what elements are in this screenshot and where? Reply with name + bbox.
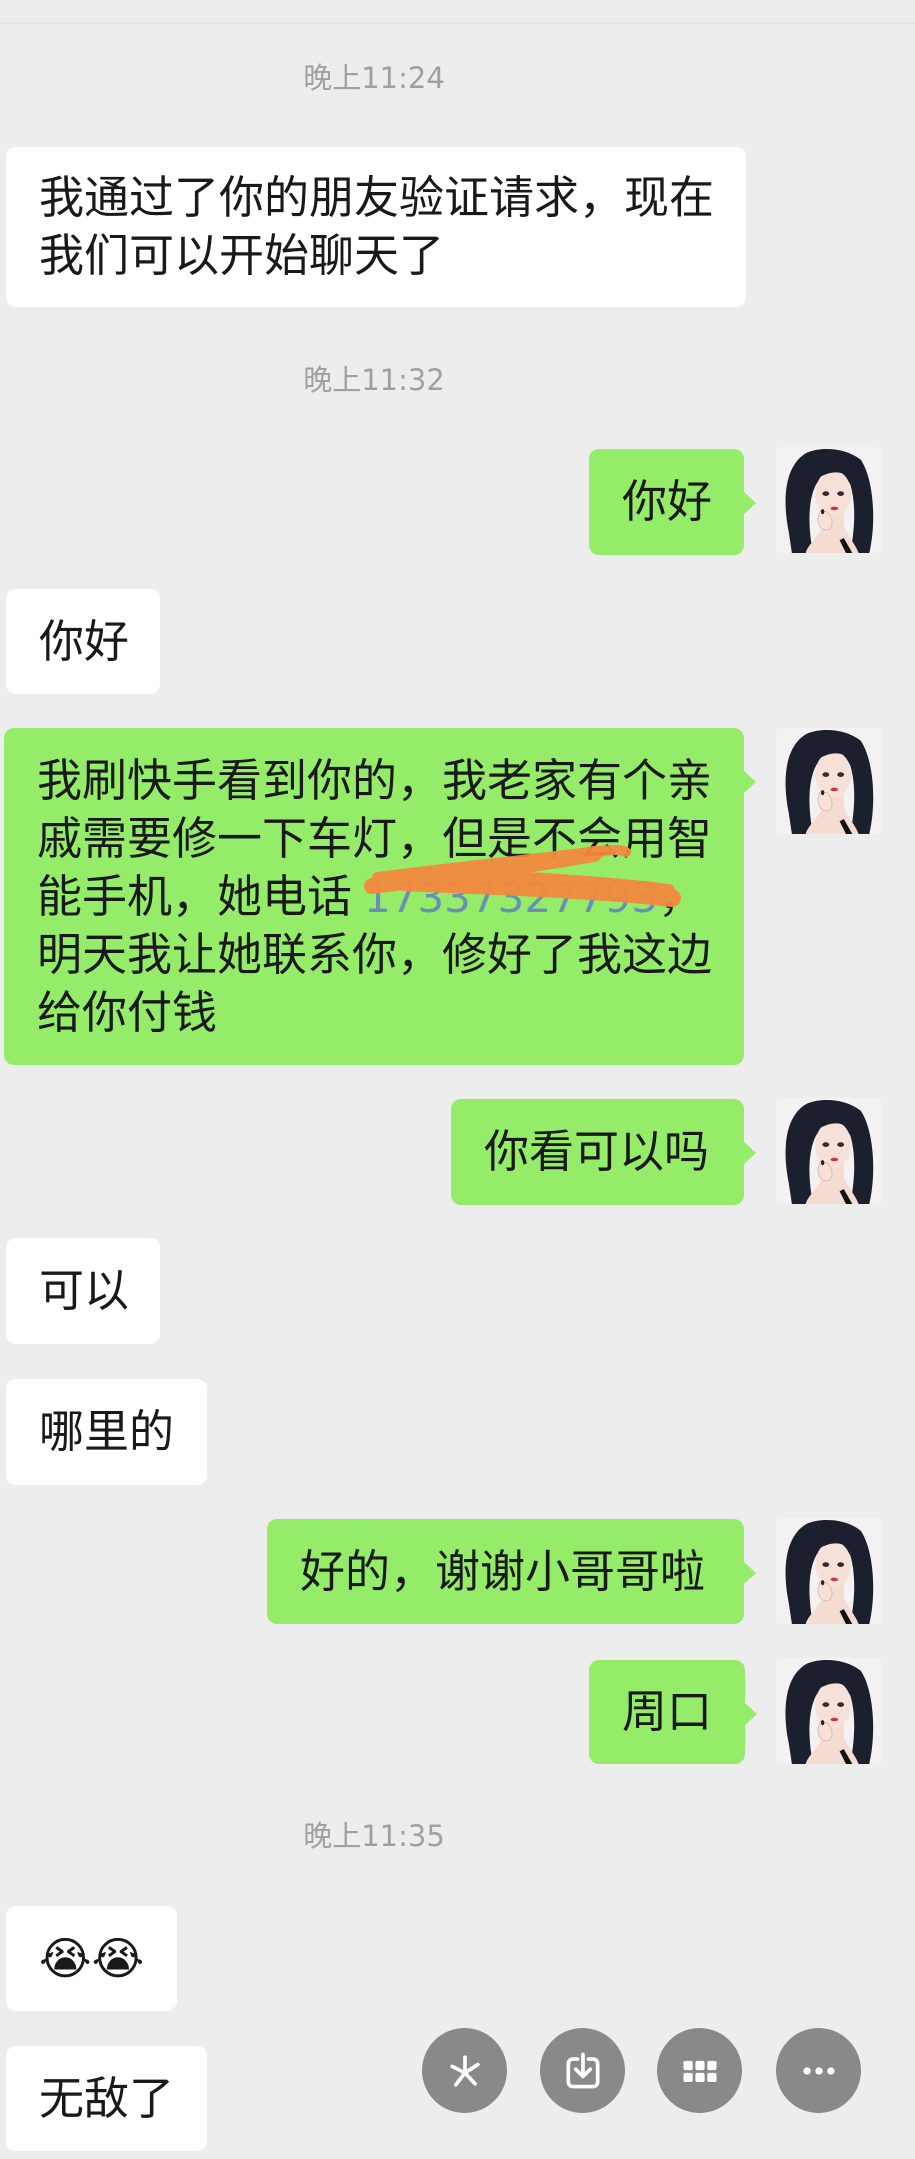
avatar-anime-girl-icon xyxy=(776,1518,882,1624)
message-bubble-received[interactable]: 你好 xyxy=(6,589,160,694)
message-bubble-sent[interactable]: 你看可以吗 xyxy=(451,1099,756,1205)
avatar-anime-girl-icon xyxy=(776,447,882,553)
avatar-anime-girl-icon xyxy=(776,1098,882,1204)
avatar[interactable] xyxy=(776,728,882,834)
download-icon xyxy=(566,2052,599,2088)
message-text: 能手机，她电话 xyxy=(37,869,353,923)
message-text: 无敌了 xyxy=(39,2071,175,2125)
message-text: 你好 xyxy=(39,614,130,668)
message-bubble-received[interactable]: 可以 xyxy=(6,1238,160,1344)
message-bubble-received[interactable]: 😭😭 xyxy=(6,1906,177,2011)
grid-button[interactable] xyxy=(657,2028,742,2113)
message-bubble-received[interactable]: 我通过了你的朋友验证请求，现在 我们可以开始聊天了 xyxy=(6,147,746,307)
message-text: 你看可以吗 xyxy=(484,1125,710,1178)
timestamp: 晚上11:24 xyxy=(303,61,445,95)
message-text: 我们可以开始聊天了 xyxy=(39,229,445,282)
message-bubble-received[interactable]: 哪里的 xyxy=(6,1379,207,1485)
avatar[interactable] xyxy=(776,447,882,553)
message-bubble-sent[interactable]: 你好 xyxy=(589,449,756,555)
timestamp: 晚上11:35 xyxy=(303,1819,445,1853)
message-bubble-sent[interactable]: 周口 xyxy=(589,1660,757,1764)
more-icon xyxy=(802,2066,835,2075)
message-text: 好的，谢谢小哥哥啦 xyxy=(300,1544,706,1598)
message-text: 可以 xyxy=(39,1264,130,1317)
message-bubble-sent[interactable]: 好的，谢谢小哥哥啦 xyxy=(267,1519,756,1624)
avatar-anime-girl-icon xyxy=(776,728,882,834)
emoji-text: 😭😭 xyxy=(39,1931,145,1985)
download-button[interactable] xyxy=(540,2028,625,2113)
avatar[interactable] xyxy=(776,1098,882,1204)
message-bubble-sent[interactable]: 我刷快手看到你的，我老家有个亲 戚需要修一下车灯，但是不会用智 能手机，她电话 1… xyxy=(4,728,756,1065)
sparkle-icon xyxy=(449,2054,480,2087)
message-text: 明天我让她联系你，修好了我这边 xyxy=(37,927,713,981)
message-bubble-received[interactable]: 无敌了 xyxy=(6,2046,207,2151)
top-divider xyxy=(0,22,915,24)
message-text: 你好 xyxy=(622,475,713,528)
message-text: 我通过了你的朋友验证请求，现在 xyxy=(39,171,715,224)
redaction-scribble xyxy=(364,845,681,907)
avatar-anime-girl-icon xyxy=(776,1658,882,1764)
grid-icon xyxy=(683,2060,716,2082)
more-button[interactable] xyxy=(776,2028,861,2113)
sparkle-button[interactable] xyxy=(422,2028,507,2113)
timestamp: 晚上11:32 xyxy=(303,363,445,397)
message-text: 哪里的 xyxy=(39,1405,175,1458)
avatar[interactable] xyxy=(776,1658,882,1764)
message-text: 给你付钱 xyxy=(37,985,218,1039)
message-text: 周口 xyxy=(622,1685,713,1738)
message-text: 我刷快手看到你的，我老家有个亲 xyxy=(37,753,713,807)
avatar[interactable] xyxy=(776,1518,882,1624)
